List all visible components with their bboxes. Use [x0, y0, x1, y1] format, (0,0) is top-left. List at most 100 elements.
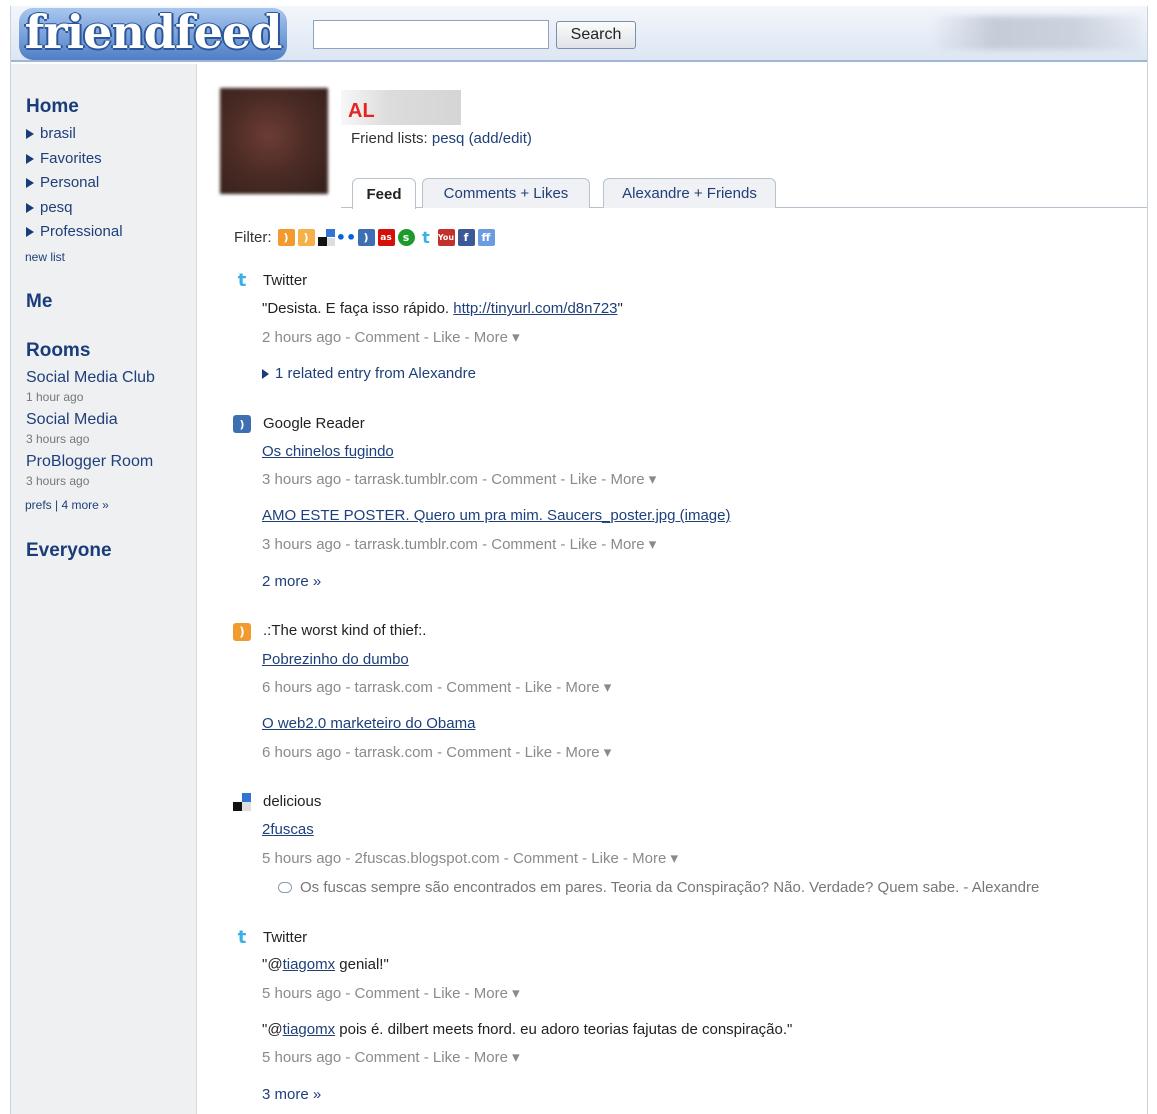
- entry-meta[interactable]: 5 hours ago - Comment - Like - More ▾: [262, 984, 520, 1002]
- header-bar: friendfeed Search: [11, 6, 1147, 62]
- room-time: 3 hours ago: [26, 432, 90, 446]
- new-list-link[interactable]: new list: [25, 250, 65, 264]
- entry-text: "@tiagomx genial!": [262, 956, 389, 973]
- triangle-right-icon: [26, 128, 34, 139]
- entry-meta[interactable]: 6 hours ago - tarrask.com - Comment - Li…: [262, 678, 611, 696]
- room-social-media[interactable]: Social Media: [26, 411, 118, 429]
- room-problogger[interactable]: ProBlogger Room: [26, 453, 153, 471]
- entry-text-prefix: "Desista. E faça isso rápido.: [262, 300, 454, 317]
- search-input[interactable]: [313, 20, 549, 49]
- twitter-icon[interactable]: t: [417, 228, 435, 247]
- entry-link[interactable]: http://tinyurl.com/d8n723: [453, 300, 617, 317]
- room-time: 3 hours ago: [26, 474, 90, 488]
- entry-meta[interactable]: 5 hours ago - Comment - Like - More ▾: [262, 1048, 520, 1066]
- sidebar-item-personal[interactable]: Personal: [26, 174, 99, 191]
- tab-feed[interactable]: Feed: [352, 178, 416, 209]
- user-name[interactable]: AL: [348, 100, 375, 123]
- sidebar-item-label: Favorites: [40, 150, 102, 167]
- entry-text-rest: genial!": [335, 956, 389, 973]
- source-name[interactable]: delicious: [263, 793, 321, 810]
- triangle-right-icon: [26, 202, 34, 213]
- rss-icon[interactable]: ): [297, 229, 315, 246]
- blurred-header-area: [931, 16, 1141, 50]
- room-social-media-club[interactable]: Social Media Club: [26, 369, 155, 387]
- sidebar-item-professional[interactable]: Professional: [26, 223, 123, 240]
- source-name[interactable]: Google Reader: [263, 415, 365, 432]
- twitter-icon: t: [237, 926, 247, 948]
- entry-meta[interactable]: 5 hours ago - 2fuscas.blogspot.com - Com…: [262, 849, 678, 867]
- friendfeed-logo[interactable]: friendfeed: [19, 8, 287, 60]
- facebook-icon[interactable]: f: [457, 229, 475, 246]
- entry-text-open: "@: [262, 956, 283, 973]
- comment-bubble-icon: [278, 882, 292, 893]
- add-edit-link[interactable]: (add/edit): [469, 130, 532, 147]
- filter-row: Filter: ) ) •• ) as s t You f ff: [234, 228, 498, 247]
- sidebar-me-link[interactable]: Me: [26, 291, 52, 313]
- entry-text-rest: pois é. dilbert meets fnord. eu adoro te…: [335, 1021, 793, 1038]
- sidebar-item-pesq[interactable]: pesq: [26, 199, 73, 216]
- user-mention-link[interactable]: tiagomx: [283, 1021, 336, 1038]
- google-reader-icon[interactable]: ): [357, 229, 375, 246]
- sidebar-everyone-link[interactable]: Everyone: [26, 540, 112, 562]
- friend-lists-label: Friend lists:: [351, 130, 428, 147]
- lastfm-icon[interactable]: as: [377, 229, 395, 246]
- entry-link[interactable]: Pobrezinho do dumbo: [262, 651, 409, 668]
- entry-text-suffix: ": [617, 300, 623, 317]
- stumbleupon-icon[interactable]: s: [397, 229, 415, 246]
- blog-rss-icon[interactable]: ): [277, 229, 295, 246]
- entry-link[interactable]: O web2.0 marketeiro do Obama: [262, 715, 475, 732]
- sidebar-home-link[interactable]: Home: [26, 96, 79, 118]
- triangle-right-icon: [26, 226, 34, 237]
- delicious-icon[interactable]: [317, 229, 335, 246]
- room-time: 1 hour ago: [26, 390, 84, 404]
- twitter-icon: t: [237, 269, 247, 291]
- related-entry-toggle[interactable]: 1 related entry from Alexandre: [262, 365, 476, 382]
- filter-label: Filter:: [234, 229, 272, 246]
- logo-text: friendfeed: [24, 6, 283, 59]
- entry-link[interactable]: AMO ESTE POSTER. Quero um pra mim. Sauce…: [262, 507, 731, 524]
- triangle-right-icon: [26, 177, 34, 188]
- user-mention-link[interactable]: tiagomx: [283, 956, 336, 973]
- entry-link[interactable]: Os chinelos fugindo: [262, 443, 394, 460]
- browser-page: friendfeed Search Home brasil Favorites …: [10, 6, 1148, 1114]
- triangle-right-icon: [26, 153, 34, 164]
- entry-link[interactable]: 2fuscas: [262, 821, 314, 838]
- more-entries-link[interactable]: 3 more »: [262, 1086, 321, 1103]
- main-content: AL Friend lists: pesq (add/edit) Feed Co…: [198, 64, 1147, 1114]
- comment-text: Os fuscas sempre são encontrados em pare…: [300, 879, 1040, 896]
- entry-comment: Os fuscas sempre são encontrados em pare…: [278, 879, 1039, 896]
- prefs-more-link[interactable]: prefs | 4 more »: [25, 498, 109, 512]
- friend-list-link[interactable]: pesq: [432, 130, 465, 147]
- sidebar-item-label: pesq: [40, 199, 73, 216]
- entry-meta[interactable]: 3 hours ago - tarrask.tumblr.com - Comme…: [262, 470, 656, 488]
- tab-alexandre-friends[interactable]: Alexandre + Friends: [603, 178, 776, 208]
- source-name[interactable]: .:The worst kind of thief:.: [263, 622, 426, 639]
- triangle-right-icon: [262, 368, 269, 379]
- tab-comments-likes[interactable]: Comments + Likes: [422, 178, 590, 208]
- avatar[interactable]: [220, 88, 328, 194]
- youtube-icon[interactable]: You: [437, 229, 455, 246]
- rss-icon: ): [233, 623, 251, 641]
- sidebar-item-favorites[interactable]: Favorites: [26, 150, 102, 167]
- entry-meta[interactable]: 2 hours ago - Comment - Like - More ▾: [262, 328, 520, 346]
- google-reader-icon: ): [233, 415, 251, 433]
- sidebar-item-label: Professional: [40, 223, 123, 240]
- entry-text-open: "@: [262, 1021, 283, 1038]
- related-entry-label: 1 related entry from Alexandre: [275, 365, 476, 382]
- entry-meta[interactable]: 6 hours ago - tarrask.com - Comment - Li…: [262, 743, 611, 761]
- delicious-icon: [233, 793, 251, 811]
- source-name[interactable]: Twitter: [263, 272, 307, 289]
- more-entries-link[interactable]: 2 more »: [262, 573, 321, 590]
- entry-text: "Desista. E faça isso rápido. http://tin…: [262, 300, 623, 317]
- sidebar-rooms-heading[interactable]: Rooms: [26, 340, 90, 362]
- source-name[interactable]: Twitter: [263, 929, 307, 946]
- sidebar: Home brasil Favorites Personal pesq Prof…: [11, 64, 197, 1114]
- entry-meta[interactable]: 3 hours ago - tarrask.tumblr.com - Comme…: [262, 535, 656, 553]
- sidebar-item-label: brasil: [40, 125, 76, 142]
- sidebar-item-brasil[interactable]: brasil: [26, 125, 76, 142]
- entry-text: "@tiagomx pois é. dilbert meets fnord. e…: [262, 1021, 792, 1038]
- sidebar-item-label: Personal: [40, 174, 100, 191]
- flickr-icon[interactable]: ••: [336, 228, 356, 247]
- friendfeed-icon[interactable]: ff: [477, 229, 495, 246]
- search-button[interactable]: Search: [556, 21, 636, 49]
